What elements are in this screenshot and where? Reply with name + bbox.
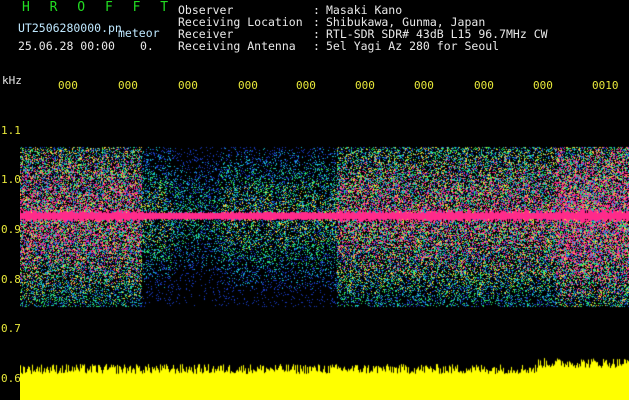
time-tick-label: 000 <box>533 79 553 92</box>
time-tick-label: 000 <box>118 79 138 92</box>
app-title: H R O F F T <box>22 0 175 15</box>
time-tick-label: 000 <box>296 79 316 92</box>
time-tick-label: 000 <box>474 79 494 92</box>
antenna-colon: : <box>313 39 320 53</box>
freq-tick-label: 0.7 <box>1 322 21 335</box>
spectrogram-plot <box>20 92 629 400</box>
freq-tick-label: 0.6 <box>1 372 21 385</box>
time-tick-label: 0010 <box>592 79 619 92</box>
time-tick-label: 000 <box>355 79 375 92</box>
file-name: UT2506280000.pn <box>18 21 122 35</box>
zero-mark: 0. <box>140 39 154 53</box>
antenna-value: 5el Yagi Az 280 for Seoul <box>326 39 500 53</box>
time-tick-label: 000 <box>238 79 258 92</box>
mode-label: meteor <box>118 26 160 40</box>
time-tick-label: 000 <box>414 79 434 92</box>
freq-tick-label: 0.8 <box>1 273 21 286</box>
frequency-unit-label: kHz <box>2 74 22 87</box>
freq-tick-label: 0.9 <box>1 223 21 236</box>
time-tick-label: 000 <box>58 79 78 92</box>
time-tick-label: 000 <box>178 79 198 92</box>
freq-tick-label: 1.1 <box>1 124 21 137</box>
freq-tick-label: 1.0 <box>1 173 21 186</box>
antenna-label: Receiving Antenna <box>178 39 296 53</box>
date-time: 25.06.28 00:00 <box>18 39 115 53</box>
hrofft-meteor-window: { "app": { "title": "H R O F F T", "file… <box>0 0 629 400</box>
